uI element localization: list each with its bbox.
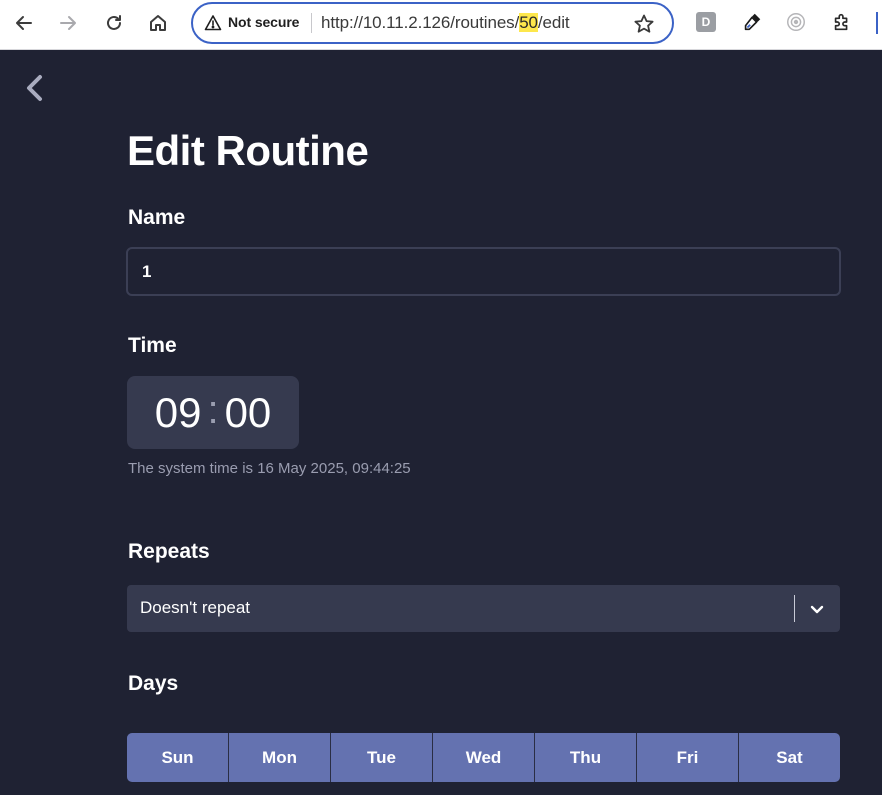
bookmark-star-icon[interactable] bbox=[633, 13, 655, 35]
extension-eyedropper-button[interactable] bbox=[740, 10, 764, 34]
select-divider bbox=[794, 595, 795, 622]
address-bar[interactable]: Not secure http://10.11.2.126/routines/5… bbox=[191, 2, 674, 44]
time-separator: : bbox=[207, 388, 219, 432]
arrow-left-icon bbox=[16, 16, 32, 30]
chevron-down-icon[interactable] bbox=[808, 600, 826, 618]
day-button-mon[interactable]: Mon bbox=[229, 733, 331, 782]
name-input[interactable] bbox=[126, 247, 841, 296]
url-text[interactable]: http://10.11.2.126/routines/50/edit bbox=[321, 13, 570, 33]
days-label: Days bbox=[128, 672, 179, 695]
url-prefix: http://10.11.2.126/routines/ bbox=[321, 13, 520, 32]
target-icon bbox=[787, 13, 805, 31]
puzzle-icon bbox=[834, 13, 848, 31]
reload-button[interactable] bbox=[98, 7, 130, 39]
repeats-label: Repeats bbox=[128, 540, 210, 563]
browser-toolbar: Not secure http://10.11.2.126/routines/5… bbox=[0, 0, 882, 50]
extension-target-button[interactable] bbox=[784, 10, 808, 34]
warning-triangle-icon bbox=[204, 15, 222, 31]
home-icon bbox=[150, 15, 166, 31]
security-status[interactable]: Not secure bbox=[228, 14, 299, 30]
days-selector: Sun Mon Tue Wed Thu Fri Sat bbox=[127, 733, 840, 782]
name-label: Name bbox=[128, 206, 186, 229]
arrow-right-icon bbox=[60, 16, 76, 30]
time-hours[interactable]: 09 bbox=[155, 389, 202, 437]
url-highlight: 50 bbox=[519, 13, 538, 32]
day-button-fri[interactable]: Fri bbox=[637, 733, 739, 782]
home-button[interactable] bbox=[142, 7, 174, 39]
chevron-left-icon[interactable] bbox=[22, 73, 48, 103]
url-divider bbox=[311, 13, 312, 33]
extensions-menu-button[interactable] bbox=[830, 10, 854, 34]
toolbar-edge bbox=[876, 12, 878, 34]
system-time-text: The system time is 16 May 2025, 09:44:25 bbox=[128, 460, 411, 477]
day-button-sun[interactable]: Sun bbox=[127, 733, 229, 782]
day-button-wed[interactable]: Wed bbox=[433, 733, 535, 782]
day-button-tue[interactable]: Tue bbox=[331, 733, 433, 782]
eyedropper-icon bbox=[744, 13, 761, 31]
forward-button[interactable] bbox=[52, 7, 84, 39]
day-button-sat[interactable]: Sat bbox=[739, 733, 840, 782]
back-button[interactable] bbox=[8, 7, 40, 39]
time-picker[interactable]: 09 : 00 bbox=[127, 376, 299, 449]
day-button-thu[interactable]: Thu bbox=[535, 733, 637, 782]
page-title: Edit Routine bbox=[127, 127, 369, 174]
url-suffix: /edit bbox=[537, 13, 570, 32]
repeats-selected-value: Doesn't repeat bbox=[140, 598, 251, 617]
repeats-select[interactable]: Doesn't repeat bbox=[127, 585, 840, 632]
extension-d-icon: D bbox=[696, 12, 716, 32]
time-minutes[interactable]: 00 bbox=[225, 389, 272, 437]
edit-routine-page: Edit Routine Name Time 09 : 00 The syste… bbox=[0, 51, 882, 795]
time-label: Time bbox=[128, 334, 177, 357]
extension-d-button[interactable]: D bbox=[694, 10, 718, 34]
reload-icon bbox=[107, 15, 121, 30]
